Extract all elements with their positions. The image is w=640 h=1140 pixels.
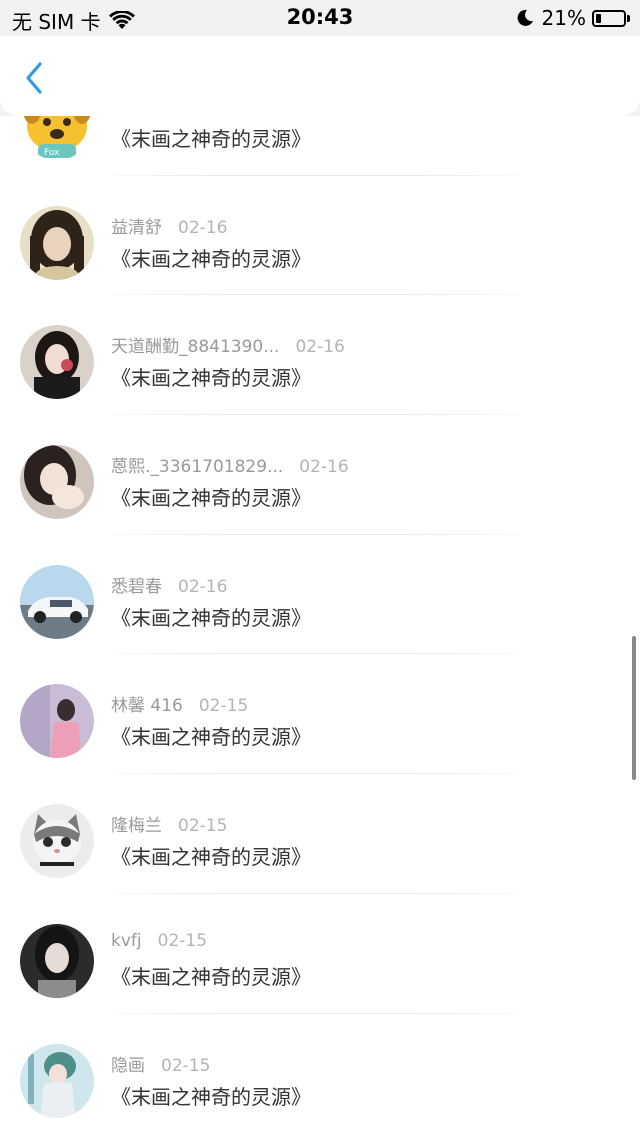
cat-avatar[interactable] (20, 804, 94, 879)
scrollbar-thumb[interactable] (632, 636, 636, 780)
comment-list-inner: Fox 《末画之神奇的灵源》 益清舒 02-16 《末画之神奇的灵源》 天道酬勤… (0, 116, 640, 1133)
list-item[interactable]: 隆梅兰 02-15 《末画之神奇的灵源》 (0, 774, 640, 894)
moon-icon (517, 9, 533, 26)
item-meta: 隐画 02-15 (111, 1051, 210, 1076)
svg-text:Fox: Fox (44, 148, 60, 158)
date: 02-15 (198, 696, 249, 717)
date: 02-16 (299, 457, 349, 478)
item-meta: 蒽熙._3361701829... 02-16 (111, 452, 349, 477)
item-title[interactable]: 《末画之神奇的灵源》 (111, 841, 311, 870)
list-item[interactable]: 隐画 02-15 《末画之神奇的灵源》 (0, 1014, 640, 1134)
username[interactable]: 蒽熙._3361701829... (111, 457, 283, 477)
item-title[interactable]: 《末画之神奇的灵源》 (111, 362, 311, 391)
back-button[interactable] (14, 58, 54, 98)
pink-girl-avatar[interactable] (20, 684, 94, 759)
list-item[interactable]: 益清舒 02-16 《末画之神奇的灵源》 (0, 176, 640, 296)
date: 02-16 (295, 337, 345, 358)
item-title[interactable]: 《末画之神奇的灵源》 (111, 602, 311, 631)
girl-hand-avatar[interactable] (20, 445, 94, 520)
girl-flower-avatar[interactable] (20, 325, 94, 400)
item-title[interactable]: 《末画之神奇的灵源》 (111, 243, 311, 272)
list-item[interactable]: 天道酬勤_8841390... 02-16 《末画之神奇的灵源》 (0, 295, 640, 416)
battery-percent: 21% (541, 6, 586, 30)
date: 02-15 (157, 930, 208, 951)
username[interactable]: kvfj (111, 931, 142, 951)
list-item[interactable]: kvfj 02-15 《末画之神奇的灵源》 (0, 894, 640, 1014)
item-title[interactable]: 《末画之神奇的灵源》 (111, 721, 311, 750)
item-title[interactable]: 《末画之神奇的灵源》 (111, 123, 311, 152)
item-meta: kvfj 02-15 (111, 931, 207, 951)
list-item[interactable]: 蒽熙._3361701829... 02-16 《末画之神奇的灵源》 (0, 415, 640, 535)
list-item[interactable]: Fox 《末画之神奇的灵源》 (0, 116, 640, 176)
battery-icon (592, 9, 626, 27)
battery-fill (596, 13, 601, 23)
item-meta: 天道酬勤_8841390... 02-16 (111, 332, 345, 357)
status-bar: 无 SIM 卡 20:43 21% (0, 0, 640, 36)
list-item[interactable]: 林馨 416 02-15 《末画之神奇的灵源》 (0, 654, 640, 775)
date: 02-16 (178, 217, 228, 238)
screen: 无 SIM 卡 20:43 21% Fox 《末画之神奇的灵源》 益清舒 02-… (0, 0, 640, 1140)
date: 02-15 (178, 816, 228, 837)
cartoon-dog-avatar[interactable]: Fox (20, 116, 94, 160)
username[interactable]: 林馨 416 (111, 696, 183, 716)
battery-cap (627, 14, 630, 22)
item-title[interactable]: 《末画之神奇的灵源》 (111, 482, 311, 511)
car-avatar[interactable] (20, 564, 94, 639)
girl-avatar[interactable] (20, 205, 94, 280)
item-meta: 益清舒 02-16 (111, 213, 227, 238)
item-meta: 林馨 416 02-15 (111, 691, 248, 716)
username[interactable]: 隐画 (111, 1056, 145, 1076)
comment-list[interactable]: Fox 《末画之神奇的灵源》 益清舒 02-16 《末画之神奇的灵源》 天道酬勤… (0, 116, 640, 1140)
username[interactable]: 悉碧春 (111, 577, 162, 597)
date: 02-15 (161, 1055, 211, 1076)
username[interactable]: 天道酬勤_8841390... (111, 337, 279, 357)
item-meta: 悉碧春 02-16 (111, 572, 227, 597)
anime-girl-avatar[interactable] (20, 1043, 94, 1118)
list-item[interactable]: 悉碧春 02-16 《末画之神奇的灵源》 (0, 535, 640, 655)
chevron-left-icon (26, 62, 42, 94)
item-meta: 隆梅兰 02-15 (111, 811, 227, 836)
date: 02-16 (178, 576, 228, 597)
dark-hair-girl-avatar[interactable] (20, 923, 94, 998)
item-title[interactable]: 《末画之神奇的灵源》 (111, 1081, 311, 1110)
username[interactable]: 益清舒 (111, 218, 162, 238)
nav-header (0, 36, 640, 116)
username[interactable]: 隆梅兰 (111, 816, 162, 836)
status-right: 21% (516, 6, 630, 30)
item-title[interactable]: 《末画之神奇的灵源》 (111, 961, 311, 990)
